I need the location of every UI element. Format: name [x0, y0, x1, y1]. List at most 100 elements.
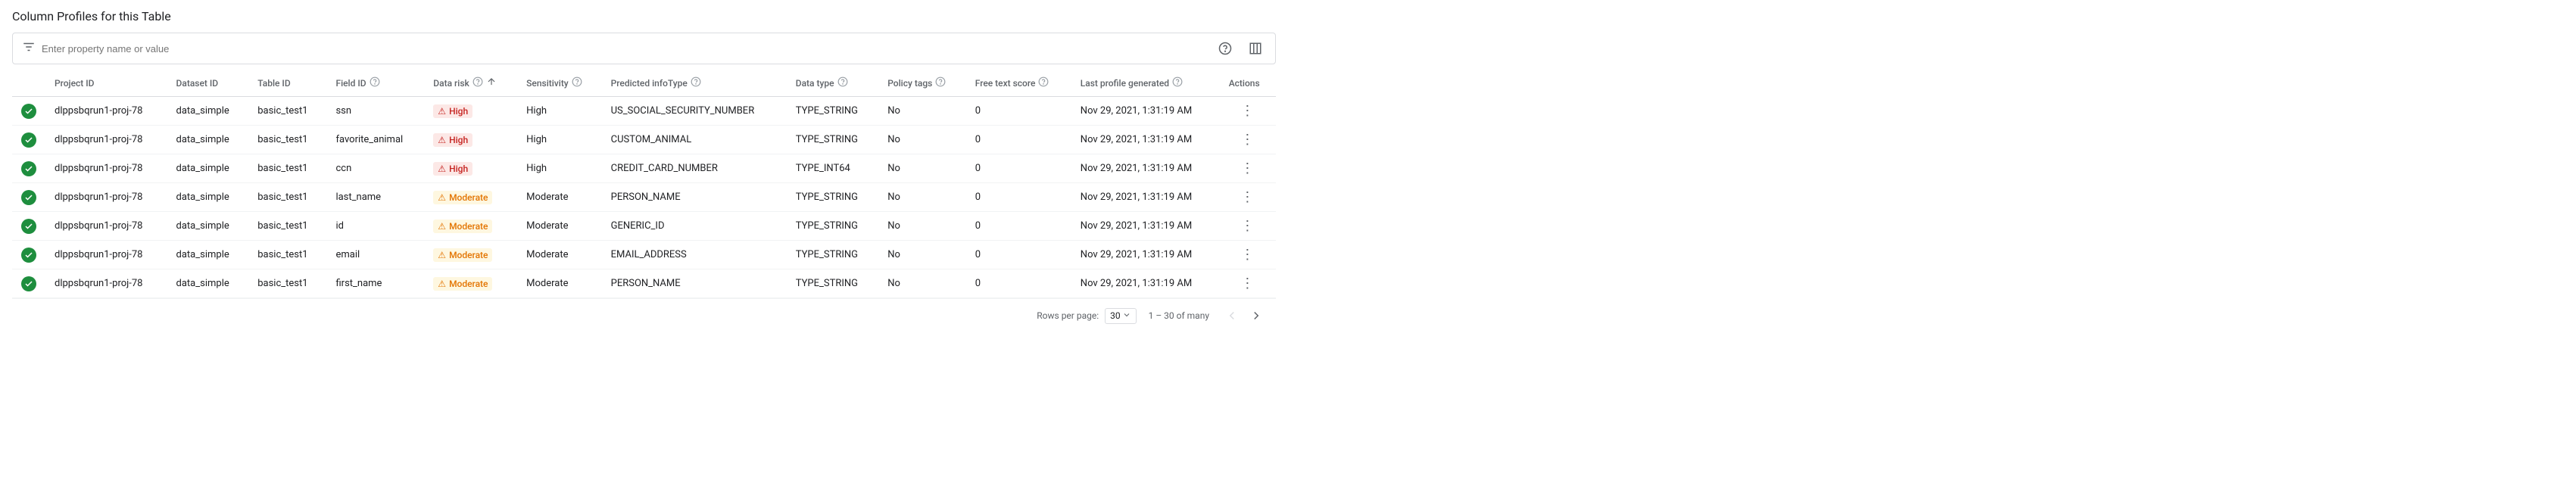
col-header-project-id: Project ID [45, 70, 167, 97]
columns-button[interactable] [1245, 38, 1266, 59]
data-risk-sort-icon[interactable] [486, 76, 497, 90]
table-footer: Rows per page: 30 1 – 30 of many [12, 298, 1276, 332]
dataset-id-cell: data_simple [167, 241, 249, 269]
data-type-help-icon[interactable] [837, 76, 848, 90]
pagination-nav [1221, 305, 1267, 326]
actions-cell: ⋮ [1220, 126, 1276, 154]
field-id-cell: favorite_animal [326, 126, 424, 154]
risk-level-icon: ⚠ [438, 250, 446, 260]
table-row: dlppsbqrun1-proj-78 data_simple basic_te… [12, 212, 1276, 241]
rows-per-page-select[interactable]: 30 [1105, 308, 1137, 324]
col-header-sensitivity: Sensitivity [517, 70, 601, 97]
project-id-cell: dlppsbqrun1-proj-78 [45, 126, 167, 154]
sensitivity-cell: High [517, 154, 601, 183]
data-table: Project ID Dataset ID Table ID [12, 70, 1276, 298]
last-profile-help-icon[interactable] [1172, 76, 1183, 90]
page-title: Column Profiles for this Table [12, 9, 1276, 23]
data-risk-cell: ⚠ Moderate [424, 183, 517, 212]
data-risk-cell: ⚠ Moderate [424, 212, 517, 241]
table-row: dlppsbqrun1-proj-78 data_simple basic_te… [12, 183, 1276, 212]
actions-cell: ⋮ [1220, 154, 1276, 183]
status-icon [21, 132, 36, 148]
sensitivity-cell: Moderate [517, 183, 601, 212]
col-header-predicted-info-type: Predicted infoType [602, 70, 787, 97]
field-id-cell: first_name [326, 269, 424, 298]
policy-tags-cell: No [878, 241, 966, 269]
col-header-field-id: Field ID [326, 70, 424, 97]
col-header-data-type: Data type [787, 70, 878, 97]
dataset-id-cell: data_simple [167, 212, 249, 241]
col-header-data-risk: Data risk [424, 70, 517, 97]
predicted-info-type-cell: PERSON_NAME [602, 183, 787, 212]
data-type-cell: TYPE_STRING [787, 241, 878, 269]
status-cell [12, 212, 45, 241]
risk-badge: ⚠ Moderate [433, 248, 492, 262]
actions-cell: ⋮ [1220, 269, 1276, 298]
col-header-policy-tags: Policy tags [878, 70, 966, 97]
sensitivity-cell: High [517, 97, 601, 126]
actions-menu-button[interactable]: ⋮ [1229, 276, 1267, 291]
policy-tags-help-icon[interactable] [935, 76, 946, 90]
status-cell [12, 269, 45, 298]
risk-level-icon: ⚠ [438, 106, 446, 117]
pagination-info: 1 – 30 of many [1149, 310, 1209, 321]
filter-input[interactable] [42, 43, 1215, 55]
filter-toolbar [12, 33, 1276, 64]
actions-menu-button[interactable]: ⋮ [1229, 103, 1267, 119]
actions-menu-button[interactable]: ⋮ [1229, 160, 1267, 176]
col-header-status [12, 70, 45, 97]
risk-level-icon: ⚠ [438, 221, 446, 232]
status-icon [21, 104, 36, 119]
col-header-free-text-score: Free text score [966, 70, 1071, 97]
actions-cell: ⋮ [1220, 241, 1276, 269]
predicted-info-type-help-icon[interactable] [691, 76, 701, 90]
dataset-id-cell: data_simple [167, 269, 249, 298]
sensitivity-cell: Moderate [517, 212, 601, 241]
status-icon [21, 276, 36, 291]
table-id-cell: basic_test1 [248, 97, 326, 126]
prev-page-button[interactable] [1221, 305, 1243, 326]
policy-tags-cell: No [878, 212, 966, 241]
project-id-cell: dlppsbqrun1-proj-78 [45, 97, 167, 126]
status-cell [12, 154, 45, 183]
data-type-cell: TYPE_STRING [787, 212, 878, 241]
table-row: dlppsbqrun1-proj-78 data_simple basic_te… [12, 269, 1276, 298]
risk-badge: ⚠ High [433, 133, 472, 147]
last-profile-cell: Nov 29, 2021, 1:31:19 AM [1071, 183, 1220, 212]
data-risk-help-icon[interactable] [472, 76, 483, 90]
help-button[interactable] [1215, 38, 1236, 59]
actions-menu-button[interactable]: ⋮ [1229, 189, 1267, 205]
policy-tags-cell: No [878, 154, 966, 183]
actions-cell: ⋮ [1220, 212, 1276, 241]
actions-cell: ⋮ [1220, 183, 1276, 212]
project-id-cell: dlppsbqrun1-proj-78 [45, 241, 167, 269]
page-container: Column Profiles for this Table [0, 0, 1288, 341]
table-id-cell: basic_test1 [248, 241, 326, 269]
field-id-help-icon[interactable] [370, 76, 380, 90]
predicted-info-type-cell: PERSON_NAME [602, 269, 787, 298]
risk-level-icon: ⚠ [438, 279, 446, 289]
risk-badge: ⚠ Moderate [433, 277, 492, 291]
actions-menu-button[interactable]: ⋮ [1229, 218, 1267, 234]
predicted-info-type-cell: GENERIC_ID [602, 212, 787, 241]
next-page-button[interactable] [1246, 305, 1267, 326]
last-profile-cell: Nov 29, 2021, 1:31:19 AM [1071, 126, 1220, 154]
sensitivity-help-icon[interactable] [572, 76, 582, 90]
predicted-info-type-cell: CREDIT_CARD_NUMBER [602, 154, 787, 183]
dataset-id-cell: data_simple [167, 183, 249, 212]
data-type-cell: TYPE_INT64 [787, 154, 878, 183]
policy-tags-cell: No [878, 183, 966, 212]
dataset-id-cell: data_simple [167, 97, 249, 126]
status-icon [21, 219, 36, 234]
predicted-info-type-cell: US_SOCIAL_SECURITY_NUMBER [602, 97, 787, 126]
free-text-score-help-icon[interactable] [1038, 76, 1049, 90]
risk-badge: ⚠ High [433, 162, 472, 176]
dataset-id-cell: data_simple [167, 126, 249, 154]
actions-menu-button[interactable]: ⋮ [1229, 132, 1267, 148]
actions-menu-button[interactable]: ⋮ [1229, 247, 1267, 263]
policy-tags-cell: No [878, 126, 966, 154]
risk-badge: ⚠ Moderate [433, 220, 492, 233]
table-body: dlppsbqrun1-proj-78 data_simple basic_te… [12, 97, 1276, 298]
toolbar-right [1215, 38, 1266, 59]
field-id-cell: ccn [326, 154, 424, 183]
